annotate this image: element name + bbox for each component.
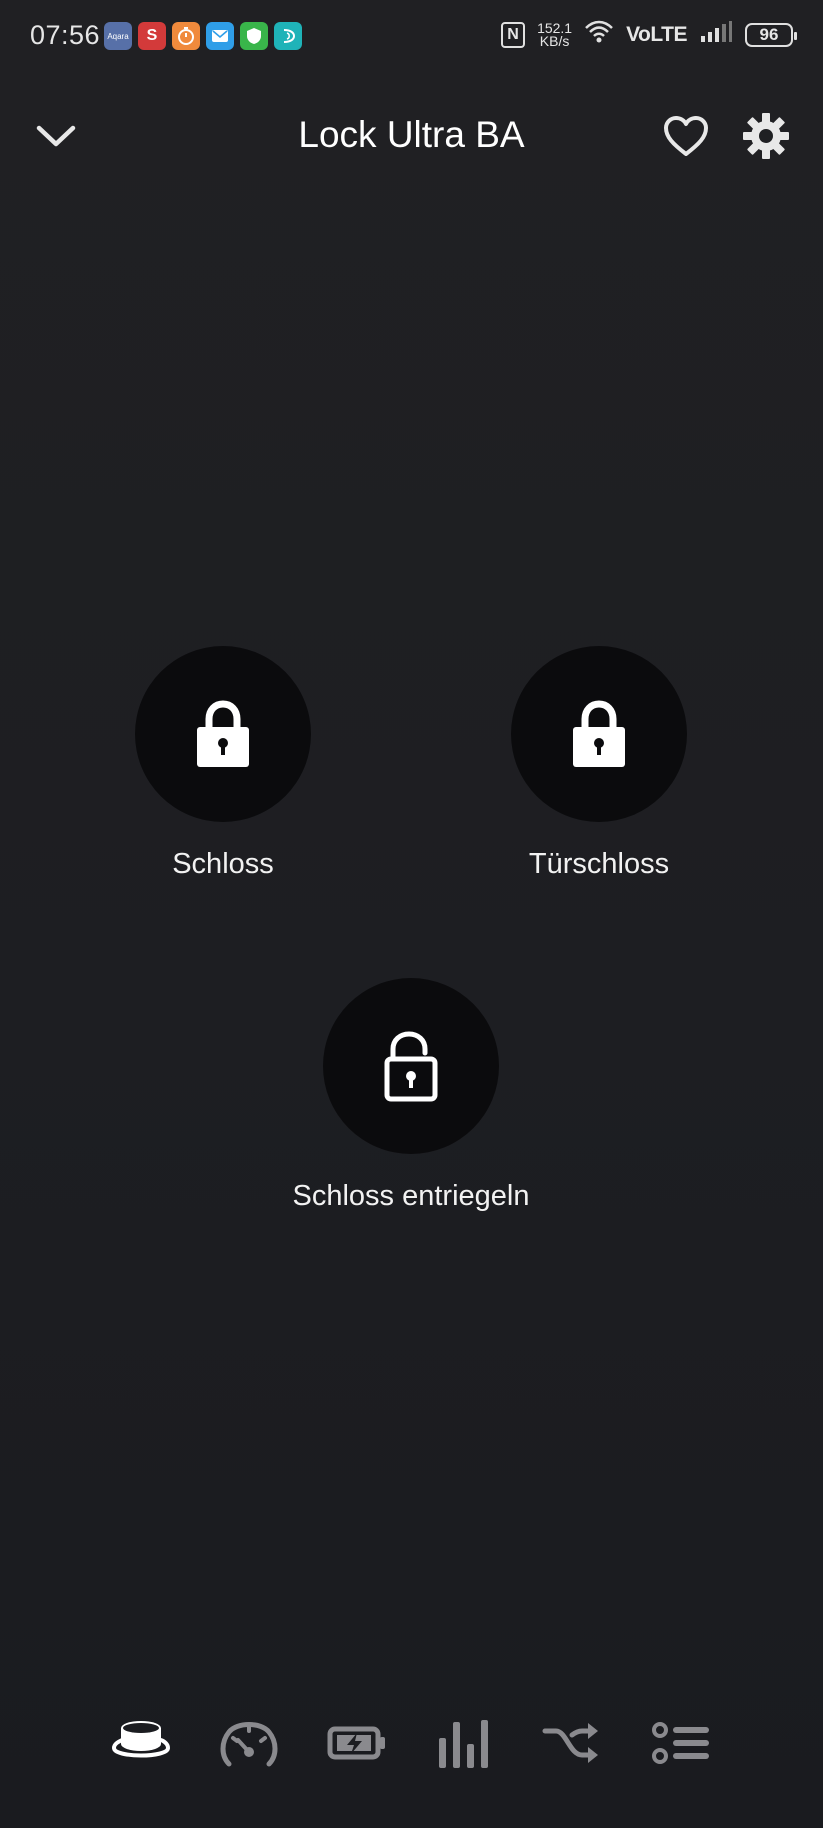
list-settings-icon (652, 1722, 709, 1764)
lock-closed-icon (197, 700, 249, 767)
shuffle-icon (542, 1723, 598, 1763)
timer-app-icon (172, 22, 200, 50)
signal-icon (699, 20, 733, 49)
s-app-icon: S (138, 22, 166, 50)
door-lock-button[interactable] (511, 646, 687, 822)
lock-button[interactable] (135, 646, 311, 822)
battery-indicator: 96 (745, 22, 797, 47)
heart-icon (664, 116, 708, 156)
lock-closed-icon (573, 700, 625, 767)
nav-gauge[interactable] (214, 1708, 284, 1778)
volte-label: VoLTE (626, 22, 687, 46)
device-top-icon (112, 1721, 171, 1758)
nav-battery[interactable] (322, 1708, 392, 1778)
status-bar: 07:56 Aqara S N 152.1 KB/s VoLTE 96 (0, 0, 823, 72)
unlock-button[interactable] (323, 978, 499, 1154)
network-speed: 152.1 KB/s (537, 21, 572, 49)
nav-device[interactable] (106, 1708, 176, 1778)
lock-action-tuerschloss[interactable]: Türschloss (469, 646, 729, 881)
teal-app-icon (274, 22, 302, 50)
nav-automation[interactable] (538, 1708, 608, 1778)
nav-statistics[interactable] (430, 1708, 500, 1778)
mail-app-icon (206, 22, 234, 50)
battery-charging-icon (327, 1726, 385, 1760)
nfc-icon: N (501, 21, 526, 48)
bottom-nav (106, 1708, 716, 1778)
lock-label: Schloss (172, 848, 274, 880)
lock-action-schloss[interactable]: Schloss (93, 646, 353, 881)
unlock-label: Schloss entriegeln (292, 1180, 530, 1212)
favorite-button[interactable] (660, 110, 712, 162)
door-lock-label: Türschloss (528, 848, 670, 880)
settings-button[interactable] (740, 108, 792, 164)
lock-open-icon (384, 1031, 438, 1102)
notification-icons: Aqara S (104, 22, 302, 50)
aqara-app-icon: Aqara (104, 22, 132, 50)
gear-icon (743, 113, 789, 159)
status-time: 07:56 (30, 20, 101, 50)
network-speed-unit: KB/s (539, 32, 570, 49)
bar-chart-icon (439, 1720, 488, 1768)
header: Lock Ultra BA (0, 100, 823, 172)
unlock-action[interactable]: Schloss entriegeln (281, 978, 541, 1213)
wifi-icon (584, 20, 614, 49)
security-app-icon (240, 22, 268, 50)
gauge-icon (220, 1722, 278, 1767)
nav-settings-list[interactable] (646, 1708, 716, 1778)
status-right: N 152.1 KB/s VoLTE 96 (501, 20, 797, 49)
